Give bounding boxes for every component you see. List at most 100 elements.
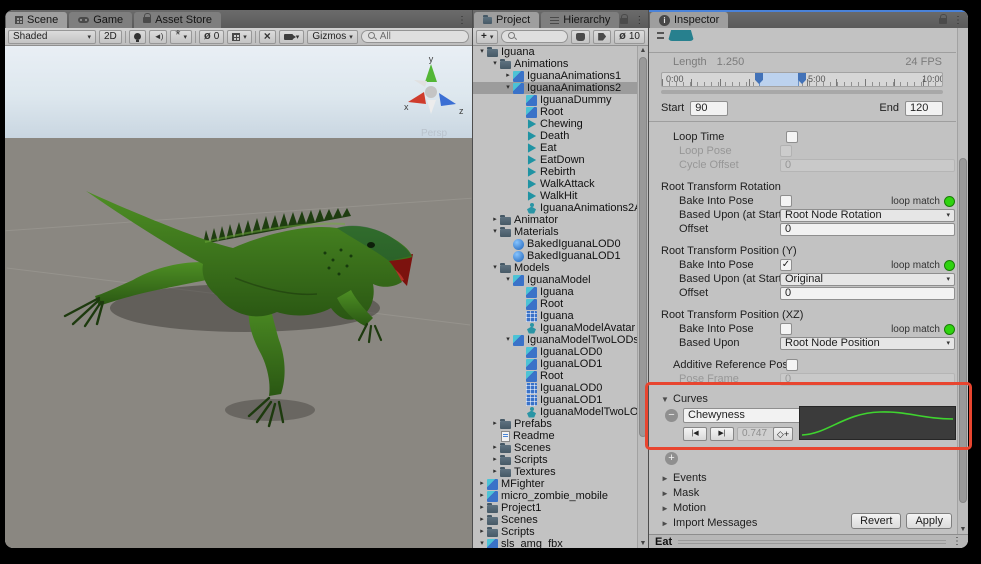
expander-icon[interactable]: ▸ [490, 442, 500, 454]
dropdown[interactable]: Root Node Rotation▾ [780, 209, 955, 222]
checkbox[interactable] [786, 131, 798, 143]
tab-game[interactable]: Game [69, 12, 132, 28]
expander-icon[interactable]: ▾ [490, 58, 500, 70]
tree-item[interactable]: IguanaDummy [473, 94, 637, 106]
add-key-button[interactable]: ◇+ [773, 427, 793, 441]
tree-item[interactable]: Root [473, 298, 637, 310]
scene-viewport[interactable]: y x z Persp [5, 46, 472, 548]
tree-item[interactable]: ▾Iguana [473, 46, 637, 58]
lock-icon[interactable] [939, 18, 947, 24]
tree-item[interactable]: Iguana [473, 286, 637, 298]
expander-icon[interactable]: ▸ [477, 502, 487, 514]
scrollbar-thumb[interactable] [959, 158, 967, 503]
scene-orientation-gizmo[interactable]: y x z Persp [398, 52, 468, 144]
tree-item[interactable]: IguanaLOD1 [473, 358, 637, 370]
tab-hierarchy[interactable]: Hierarchy [541, 12, 619, 28]
drag-handle[interactable] [678, 540, 946, 544]
tree-item[interactable]: IguanaLOD0 [473, 382, 637, 394]
tree-item[interactable]: ▾IguanaModel [473, 274, 637, 286]
timeline-scrollbar[interactable] [661, 90, 943, 94]
2d-toggle[interactable]: 2D [99, 30, 122, 44]
tab-scene[interactable]: Scene [6, 12, 67, 28]
tree-item[interactable]: Chewing [473, 118, 637, 130]
inspector-scrollbar[interactable]: ▼ [957, 28, 968, 534]
tab-inspector[interactable]: Inspector [650, 12, 728, 28]
tree-item[interactable]: IguanaModelAvatar [473, 322, 637, 334]
tree-item[interactable]: BakedIguanaLOD0 [473, 238, 637, 250]
expander-icon[interactable]: ▾ [490, 226, 500, 238]
tree-item[interactable]: ▾IguanaAnimations2 [473, 82, 637, 94]
expander-icon[interactable]: ▸ [477, 514, 487, 526]
expander-icon[interactable]: ▾ [477, 538, 487, 548]
dropdown[interactable]: Original▾ [780, 273, 955, 286]
tree-item[interactable]: Root [473, 370, 637, 382]
tree-item[interactable]: ▾Animations [473, 58, 637, 70]
iguana-model[interactable] [55, 158, 465, 488]
foldout-mask[interactable]: ►Mask [649, 486, 956, 500]
tab-asset-store[interactable]: Asset Store [134, 12, 221, 28]
tree-item[interactable]: WalkHit [473, 190, 637, 202]
tree-item[interactable]: ▸Animator [473, 214, 637, 226]
tab-project[interactable]: Project [474, 12, 539, 28]
camera-dropdown[interactable]: ▾ [279, 30, 305, 44]
scene-lighting-button[interactable] [129, 30, 146, 44]
checkbox[interactable] [780, 259, 792, 271]
start-field[interactable]: 90 [690, 101, 728, 116]
curve-preview[interactable] [799, 406, 956, 440]
tree-item[interactable]: Eat [473, 142, 637, 154]
scene-menu-icon[interactable]: ⋮ [457, 16, 467, 26]
grid-snap-dropdown[interactable]: ▾ [227, 30, 252, 44]
expander-icon[interactable]: ▾ [490, 262, 500, 274]
tree-item[interactable]: IguanaLOD0 [473, 346, 637, 358]
clip-end-handle[interactable] [798, 73, 806, 84]
expander-icon[interactable]: ▸ [490, 466, 500, 478]
tree-item[interactable]: ▾IguanaModelTwoLODs [473, 334, 637, 346]
tree-item[interactable]: EatDown [473, 154, 637, 166]
tree-item[interactable]: IguanaAnimations2A [473, 202, 637, 214]
revert-button[interactable]: Revert [851, 513, 901, 529]
expander-icon[interactable]: ▸ [477, 490, 487, 502]
scroll-up-icon[interactable]: ▲ [638, 47, 648, 54]
hidden-objects-button[interactable]: 0 [199, 30, 224, 44]
project-scrollbar[interactable]: ▲ ▼ [637, 46, 648, 548]
tree-item[interactable]: IguanaModelTwoLO [473, 406, 637, 418]
scrollbar-thumb[interactable] [639, 57, 647, 437]
tree-item[interactable]: Root [473, 106, 637, 118]
tree-item[interactable]: ▸Scenes [473, 442, 637, 454]
tree-item[interactable]: IguanaLOD1 [473, 394, 637, 406]
tree-item[interactable]: ▾sls_amg_fbx [473, 538, 637, 548]
clip-timeline-ruler[interactable]: 0:00 5:00 10:00 [661, 72, 943, 87]
text-field[interactable]: 0 [780, 223, 955, 236]
scene-search-input[interactable]: All [361, 30, 469, 43]
clip-range-selection[interactable] [759, 73, 799, 86]
expander-icon[interactable]: ▸ [490, 454, 500, 466]
lock-icon[interactable] [620, 18, 628, 24]
tree-item[interactable]: Death [473, 130, 637, 142]
expander-icon[interactable]: ▸ [477, 526, 487, 538]
apply-button[interactable]: Apply [906, 513, 952, 529]
expander-icon[interactable]: ▸ [503, 70, 513, 82]
component-tools-button[interactable] [259, 30, 276, 44]
scene-audio-button[interactable] [149, 30, 168, 44]
tree-item[interactable]: ▸Prefabs [473, 418, 637, 430]
tree-item[interactable]: ▸Scripts [473, 526, 637, 538]
preview-menu-icon[interactable]: ⋮ [952, 537, 962, 547]
shading-mode-dropdown[interactable]: Shaded ▾ [8, 30, 96, 44]
asset-pack-button[interactable] [571, 30, 590, 44]
tree-item[interactable]: ▸Textures [473, 466, 637, 478]
checkbox[interactable] [780, 323, 792, 335]
expander-icon[interactable]: ▸ [477, 478, 487, 490]
expander-icon[interactable]: ▾ [503, 274, 513, 286]
next-key-button[interactable]: ▶| [710, 427, 734, 441]
add-curve-button[interactable]: + [665, 452, 678, 465]
tree-item[interactable]: ▾Materials [473, 226, 637, 238]
create-asset-dropdown[interactable]: + ▾ [476, 30, 498, 44]
inspector-menu-icon[interactable]: ⋮ [953, 16, 963, 26]
tree-item[interactable]: ▸IguanaAnimations1 [473, 70, 637, 82]
scroll-down-icon[interactable]: ▼ [638, 540, 648, 547]
curve-name-field[interactable]: Chewyness [683, 408, 815, 423]
text-field[interactable]: 0 [780, 287, 955, 300]
scene-effects-dropdown[interactable]: ▾ [170, 30, 192, 44]
tree-item[interactable]: ▾Models [473, 262, 637, 274]
curves-foldout[interactable]: ▼ Curves [649, 392, 956, 406]
